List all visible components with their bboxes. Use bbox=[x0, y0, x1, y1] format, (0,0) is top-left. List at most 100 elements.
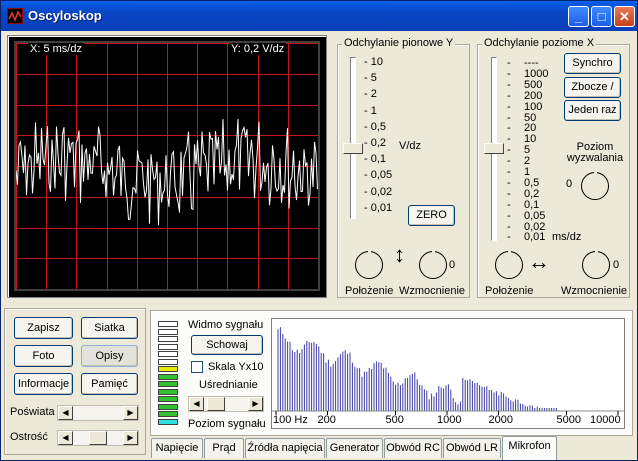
horizontal-gain-knob[interactable] bbox=[582, 250, 610, 279]
averaging-label: Uśrednianie bbox=[199, 379, 258, 391]
glow-scrollbar[interactable]: ◀ ▶ bbox=[57, 405, 139, 421]
signal-level-label: Poziom sygnału bbox=[188, 418, 266, 430]
sharpness-scrollbar[interactable]: ◀ ▶ bbox=[57, 430, 139, 446]
vertical-scale-slider-thumb[interactable] bbox=[343, 143, 363, 154]
spectrum-axis-label: 100 Hz bbox=[273, 414, 308, 426]
vertical-deflection-title: Odchylanie pionowe Y bbox=[342, 37, 456, 49]
zero-button[interactable]: ZERO bbox=[408, 205, 455, 226]
sharpness-right-arrow-icon[interactable]: ▶ bbox=[123, 431, 138, 445]
spectrum-axis-label: 2000 bbox=[488, 414, 513, 426]
spectrum-axis-label: 500 bbox=[385, 414, 404, 426]
tab-źródła-napięcia[interactable]: Źródła napięcia bbox=[245, 438, 325, 458]
vertical-arrow-icon: ↕ bbox=[394, 242, 405, 267]
averaging-right-arrow-icon[interactable]: ▶ bbox=[248, 397, 263, 411]
trigger-level-label: Poziom wyzwalania bbox=[566, 141, 624, 164]
level-meter-segment bbox=[158, 396, 178, 402]
horizontal-tick-label: 100 bbox=[524, 100, 543, 113]
vertical-tick-label: - 5 bbox=[364, 72, 377, 85]
averaging-scrollbar[interactable]: ◀ ▶ bbox=[188, 396, 264, 412]
vertical-tick-label: - 0,02 bbox=[364, 185, 393, 198]
sharpness-thumb[interactable] bbox=[89, 431, 107, 445]
minimize-button[interactable]: _ bbox=[568, 6, 589, 27]
spectrum-axis-label: 5000 bbox=[556, 414, 581, 426]
memory-button[interactable]: Pamięć bbox=[81, 373, 138, 395]
trigger-level-knob[interactable] bbox=[581, 171, 609, 200]
scale-x10-label: Skala Yx10 bbox=[208, 361, 264, 373]
horizontal-deflection-title: Odchylanie poziome X bbox=[482, 37, 597, 49]
horizontal-tick-mark: - bbox=[507, 231, 511, 244]
level-meter-segment bbox=[158, 351, 178, 357]
tab-obwód-lr[interactable]: Obwód LR bbox=[443, 438, 501, 458]
horizontal-scale-slider-thumb[interactable] bbox=[484, 143, 504, 154]
spectrum-display: 100 Hz 200 500 1000 2000 5000 10000 bbox=[271, 318, 625, 429]
synchro-button[interactable]: Synchro bbox=[564, 53, 621, 74]
edge-button[interactable]: Zbocze / bbox=[564, 77, 621, 98]
averaging-left-arrow-icon[interactable]: ◀ bbox=[189, 397, 204, 411]
spectrum-axis-label: 1000 bbox=[437, 414, 462, 426]
horizontal-tick-label: 0,01 bbox=[524, 231, 546, 244]
horizontal-tick-label: 0,05 bbox=[524, 209, 546, 222]
tab-generator[interactable]: Generator bbox=[326, 438, 383, 458]
horizontal-position-knob[interactable] bbox=[495, 250, 523, 279]
sharpness-left-arrow-icon[interactable]: ◀ bbox=[58, 431, 73, 445]
level-meter-segment bbox=[158, 343, 178, 350]
horizontal-tick-mark: - bbox=[507, 209, 511, 222]
glow-left-arrow-icon[interactable]: ◀ bbox=[58, 406, 73, 420]
sharpness-label: Ostrość bbox=[10, 431, 48, 443]
tab-napięcie[interactable]: Napięcie bbox=[151, 438, 203, 458]
tab-mikrofon[interactable]: Mikrofon bbox=[502, 436, 557, 460]
horizontal-tick-mark: - bbox=[507, 100, 511, 113]
window-title: Oscyloskop bbox=[28, 8, 102, 23]
vertical-tick-label: - 2 bbox=[364, 88, 377, 101]
y-scale-readout: Y: 0,2 V/dz bbox=[229, 43, 287, 55]
close-button[interactable]: ✕ bbox=[614, 6, 635, 27]
maximize-icon: □ bbox=[597, 9, 606, 24]
averaging-thumb[interactable] bbox=[207, 397, 225, 411]
level-meter-segment bbox=[158, 411, 178, 417]
level-meter-segment bbox=[158, 358, 178, 365]
save-button[interactable]: Zapisz bbox=[14, 317, 73, 339]
vertical-tick-label: - 0,5 bbox=[364, 120, 387, 133]
hide-button[interactable]: Schowaj bbox=[191, 335, 263, 355]
vertical-scale-track[interactable] bbox=[350, 57, 356, 219]
spectrum-axis-label: 200 bbox=[317, 414, 336, 426]
title-bar[interactable]: Oscyloskop _ □ ✕ bbox=[1, 1, 637, 31]
level-meter-segment bbox=[158, 403, 178, 410]
vertical-tick-label: - 1 bbox=[364, 104, 377, 117]
photo-button[interactable]: Foto bbox=[14, 345, 73, 367]
minimize-icon: _ bbox=[574, 9, 583, 24]
oscilloscope-app-icon bbox=[7, 8, 23, 24]
oscilloscope-screen: X: 5 ms/dz Y: 0,2 V/dz bbox=[14, 41, 320, 291]
single-shot-button[interactable]: Jeden raz bbox=[564, 100, 621, 121]
spectrum-plot bbox=[272, 327, 624, 415]
grid-button[interactable]: Siatka bbox=[81, 317, 138, 339]
info-button[interactable]: Informacje bbox=[14, 373, 73, 395]
maximize-button[interactable]: □ bbox=[591, 6, 612, 27]
level-meter-segment bbox=[158, 321, 178, 327]
vertical-gain-knob[interactable] bbox=[419, 250, 447, 279]
descriptions-button[interactable]: Opisy bbox=[81, 345, 138, 367]
level-meter-segment bbox=[158, 418, 178, 425]
horizontal-gain-value: 0 bbox=[613, 259, 620, 271]
scale-x10-checkbox[interactable] bbox=[191, 361, 203, 373]
vertical-gain-value: 0 bbox=[449, 259, 456, 271]
tab-prąd[interactable]: Prąd bbox=[204, 438, 244, 458]
horizontal-position-label: Położenie bbox=[485, 285, 534, 297]
horizontal-gain-label: Wzmocnienie bbox=[561, 285, 628, 297]
vertical-tick-label: - 0,01 bbox=[364, 201, 393, 214]
x-scale-readout: X: 5 ms/dz bbox=[28, 43, 84, 55]
vertical-tick-label: - 0,2 bbox=[364, 137, 387, 149]
horizontal-arrow-icon: ↔ bbox=[528, 249, 550, 274]
vertical-position-knob[interactable] bbox=[355, 250, 383, 279]
glow-right-arrow-icon[interactable]: ▶ bbox=[123, 406, 138, 420]
vertical-gain-label: Wzmocnienie bbox=[399, 285, 466, 297]
spectrum-axis-label: 10000 bbox=[590, 414, 621, 426]
signal-trace bbox=[15, 118, 318, 226]
close-icon: ✕ bbox=[619, 9, 630, 24]
vertical-unit-label: V/dz bbox=[399, 140, 422, 152]
tab-obwód-rc[interactable]: Obwód RC bbox=[384, 438, 442, 458]
glow-label: Poświata bbox=[10, 406, 55, 418]
waveform-display bbox=[15, 43, 319, 290]
level-meter-segment bbox=[158, 366, 178, 372]
spectrum-title: Widmo sygnału bbox=[188, 319, 264, 331]
